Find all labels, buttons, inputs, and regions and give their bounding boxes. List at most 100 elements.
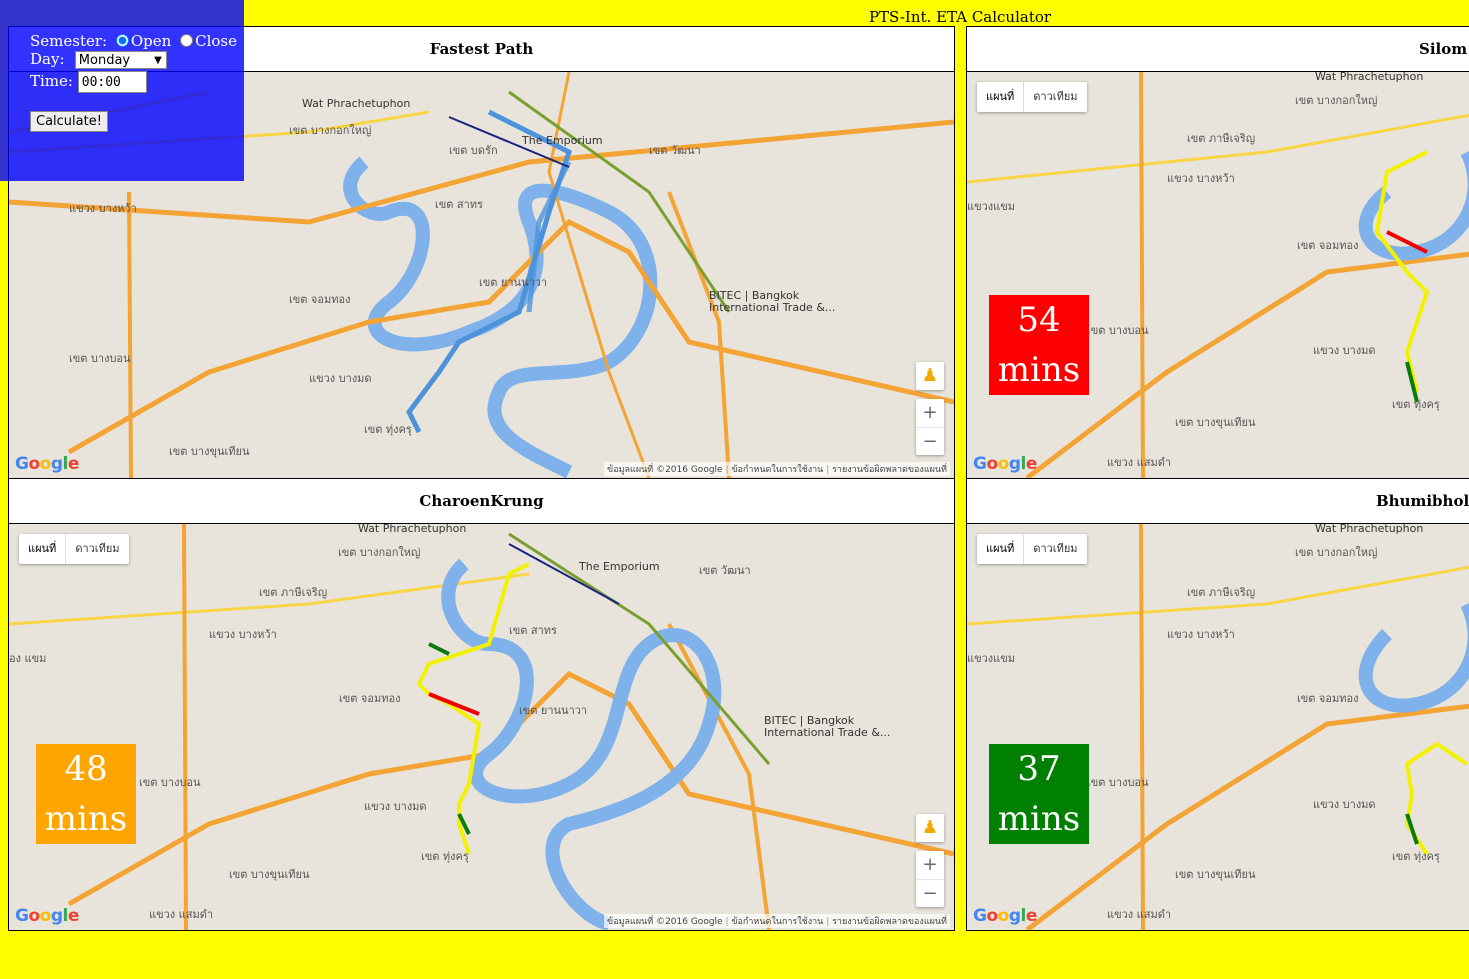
map-silom[interactable]: Wat Phrachetuphon เขต บางกอกใหญ่ เขต ภาษ…: [967, 72, 1469, 478]
map-bhumibhol[interactable]: Wat Phrachetuphon เขต บางกอกใหญ่ เขต ภาษ…: [967, 524, 1469, 930]
svg-text:เขต บดรัก: เขต บดรัก: [449, 144, 498, 157]
svg-text:แขวง บางหว้า: แขวง บางหว้า: [69, 202, 137, 215]
svg-text:เขต ภาษีเจริญ: เขต ภาษีเจริญ: [259, 586, 327, 599]
map-type-control: แผนที่ ดาวเทียม: [19, 534, 129, 564]
semester-close-label: Close: [195, 32, 237, 50]
svg-text:เขต จอมทอง: เขต จอมทอง: [339, 692, 400, 705]
time-label: Time:: [30, 72, 73, 90]
svg-text:International Trade &...: International Trade &...: [709, 301, 835, 314]
map-attribution: ข้อมูลแผนที่ ©2016 Googleข้อกำหนดในการใช…: [604, 914, 950, 928]
svg-text:เขต ทุ่งครุ: เขต ทุ่งครุ: [421, 850, 469, 863]
svg-text:เขต ทุ่งครุ: เขต ทุ่งครุ: [1392, 850, 1440, 863]
zoom-in-button[interactable]: +: [916, 851, 944, 879]
svg-text:The Emporium: The Emporium: [521, 134, 603, 147]
semester-row: Semester: Open Close: [30, 32, 237, 50]
svg-text:เขต บางกอกใหญ่: เขต บางกอกใหญ่: [338, 546, 420, 559]
day-select[interactable]: Monday ▼: [74, 51, 167, 69]
svg-text:เขต จอมทอง: เขต จอมทอง: [1297, 692, 1358, 705]
report-error-link[interactable]: รายงานข้อผิดพลาดของแผนที่: [823, 917, 947, 927]
map-data-credit: ข้อมูลแผนที่ ©2016 Google: [607, 465, 723, 475]
svg-text:เขต วัฒนา: เขต วัฒนา: [699, 564, 751, 577]
panel-bhumibhol: Bhumibhol Br Wat Phrachetuphon เขต บางกอ…: [966, 478, 1469, 931]
eta-unit: mins: [997, 799, 1081, 839]
eta-badge-silom: 54 mins: [989, 295, 1089, 395]
day-row: Day: Monday ▼: [30, 50, 167, 69]
panel-title: Silom: [967, 27, 1469, 72]
svg-text:อง แขม: อง แขม: [9, 652, 46, 665]
svg-text:เขต บางขุนเทียน: เขต บางขุนเทียน: [1175, 416, 1256, 429]
svg-text:เขต บางขุนเทียน: เขต บางขุนเทียน: [229, 868, 310, 881]
eta-value: 37: [1017, 749, 1061, 789]
svg-text:เขต บางบอน: เขต บางบอน: [139, 776, 201, 789]
map-attribution: ข้อมูลแผนที่ ©2016 Googleข้อกำหนดในการใช…: [604, 462, 950, 476]
svg-text:แขวง บางมด: แขวง บางมด: [309, 372, 372, 385]
terms-link[interactable]: ข้อกำหนดในการใช้งาน: [723, 465, 824, 475]
svg-text:เขต จอมทอง: เขต จอมทอง: [289, 293, 350, 306]
map-type-map[interactable]: แผนที่: [977, 82, 1023, 112]
svg-text:แขวง บางมด: แขวง บางมด: [1313, 798, 1376, 811]
svg-text:เขต ทุ่งครุ: เขต ทุ่งครุ: [1392, 398, 1440, 411]
svg-text:The Emporium: The Emporium: [578, 560, 660, 573]
svg-text:เขต บางบอน: เขต บางบอน: [1087, 324, 1149, 337]
day-label: Day:: [30, 50, 65, 68]
report-error-link[interactable]: รายงานข้อผิดพลาดของแผนที่: [823, 465, 947, 475]
svg-text:Wat Phrachetuphon: Wat Phrachetuphon: [302, 97, 410, 110]
eta-unit: mins: [44, 799, 128, 839]
map-type-satellite[interactable]: ดาวเทียม: [1023, 534, 1086, 564]
svg-text:แขวงแขม: แขวงแขม: [967, 200, 1015, 213]
svg-text:แขวงแขม: แขวงแขม: [967, 652, 1015, 665]
panel-title: CharoenKrung: [9, 479, 954, 524]
semester-open-radio[interactable]: [115, 34, 129, 47]
day-select-value: Monday: [78, 53, 131, 68]
svg-text:เขต ทุ่งครุ: เขต ทุ่งครุ: [364, 423, 412, 436]
eta-value: 54: [1017, 300, 1061, 340]
street-view-pegman-icon[interactable]: ♟: [916, 814, 944, 842]
chevron-down-icon: ▼: [154, 55, 162, 66]
svg-text:เขต บางบอน: เขต บางบอน: [1087, 776, 1149, 789]
semester-close-radio[interactable]: [180, 34, 194, 47]
svg-text:เขต บางกอกใหญ่: เขต บางกอกใหญ่: [1295, 546, 1377, 559]
terms-link[interactable]: ข้อกำหนดในการใช้งาน: [723, 917, 824, 927]
google-logo: Google: [15, 454, 79, 474]
svg-text:แขวง บางหว้า: แขวง บางหว้า: [1167, 628, 1235, 641]
map-data-credit: ข้อมูลแผนที่ ©2016 Google: [607, 917, 723, 927]
map-canvas: Wat Phrachetuphon The Emporium BITEC | B…: [9, 524, 954, 930]
svg-text:เขต บางกอกใหญ่: เขต บางกอกใหญ่: [289, 124, 371, 137]
eta-value: 48: [64, 749, 108, 789]
svg-text:เขต สาทร: เขต สาทร: [509, 624, 557, 637]
panel-title-text: Silom: [1419, 40, 1468, 58]
eta-unit: mins: [997, 350, 1081, 390]
svg-text:Wat Phrachetuphon: Wat Phrachetuphon: [358, 524, 466, 535]
svg-text:แขวง แสมดำ: แขวง แสมดำ: [149, 908, 213, 921]
street-view-pegman-icon[interactable]: ♟: [916, 362, 944, 390]
map-type-map[interactable]: แผนที่: [19, 534, 65, 564]
eta-badge-charoenkrung: 48 mins: [36, 744, 136, 844]
map-canvas: Wat Phrachetuphon เขต บางกอกใหญ่ เขต ภาษ…: [967, 524, 1469, 930]
panel-silom: Silom Wat Phrachetuphon เขต บางกอกใหญ่ เ…: [966, 26, 1469, 479]
panel-charoenkrung: CharoenKrung Wat Phrachetuphon The Empor…: [8, 478, 955, 931]
svg-text:แขวง บางหว้า: แขวง บางหว้า: [1167, 172, 1235, 185]
svg-text:เขต วัฒนา: เขต วัฒนา: [649, 144, 701, 157]
zoom-out-button[interactable]: −: [916, 879, 944, 908]
time-input[interactable]: [77, 71, 147, 93]
google-logo: Google: [973, 454, 1037, 474]
map-charoenkrung[interactable]: Wat Phrachetuphon The Emporium BITEC | B…: [9, 524, 954, 930]
map-canvas: Wat Phrachetuphon เขต บางกอกใหญ่ เขต ภาษ…: [967, 72, 1469, 478]
calculate-button[interactable]: Calculate!: [30, 111, 108, 132]
map-type-satellite[interactable]: ดาวเทียม: [65, 534, 128, 564]
svg-text:International Trade &...: International Trade &...: [764, 726, 890, 739]
svg-text:เขต ภาษีเจริญ: เขต ภาษีเจริญ: [1187, 132, 1255, 145]
svg-text:แขวง บางมด: แขวง บางมด: [364, 800, 427, 813]
map-type-satellite[interactable]: ดาวเทียม: [1023, 82, 1086, 112]
zoom-in-button[interactable]: +: [916, 399, 944, 427]
map-type-map[interactable]: แผนที่: [977, 534, 1023, 564]
map-type-control: แผนที่ ดาวเทียม: [977, 534, 1087, 564]
controls-panel: Semester: Open Close Day: Monday ▼ Time: …: [0, 0, 244, 181]
svg-text:เขต ยานนาวา: เขต ยานนาวา: [479, 276, 547, 289]
zoom-control: + −: [916, 851, 944, 907]
svg-text:เขต จอมทอง: เขต จอมทอง: [1297, 239, 1358, 252]
svg-text:เขต ยานนาวา: เขต ยานนาวา: [519, 704, 587, 717]
zoom-control: + −: [916, 399, 944, 455]
google-logo: Google: [973, 906, 1037, 926]
zoom-out-button[interactable]: −: [916, 427, 944, 456]
